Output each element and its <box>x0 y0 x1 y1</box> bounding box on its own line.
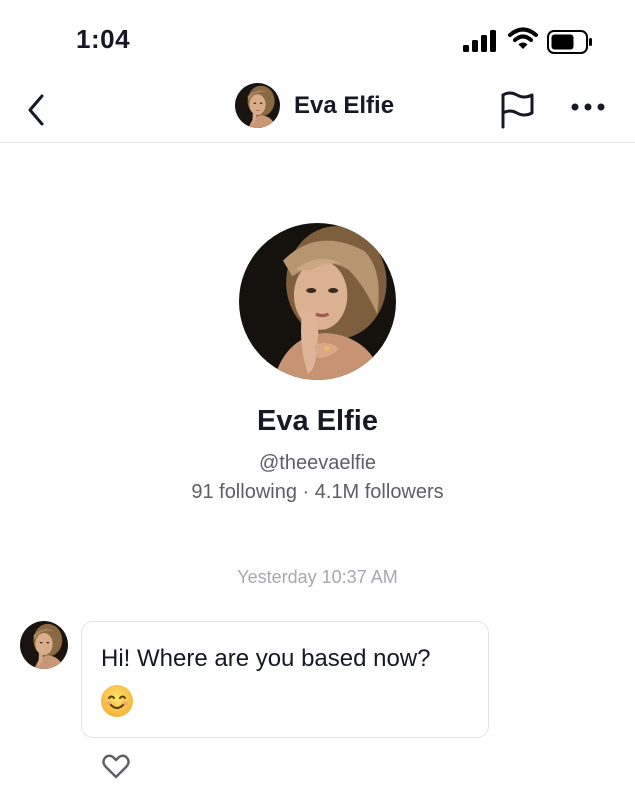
message-timestamp: Yesterday 10:37 AM <box>237 567 398 587</box>
profile-avatar[interactable] <box>239 223 396 380</box>
signal-icon <box>463 30 497 57</box>
status-bar: 1:04 <box>0 0 635 82</box>
header-avatar[interactable] <box>235 83 280 128</box>
message-bubble[interactable]: Hi! Where are you based now? <box>81 621 489 738</box>
more-dots-icon[interactable] <box>570 100 606 114</box>
profile-handle: @theevaelfie <box>258 452 377 474</box>
smile-emoji-icon <box>100 684 134 718</box>
battery-icon <box>547 30 593 59</box>
profile-stats: 91 following · 4.1M followers <box>191 481 444 503</box>
report-flag-icon[interactable] <box>499 89 537 129</box>
header-username[interactable]: Eva Elfie <box>294 92 394 120</box>
message-avatar[interactable] <box>20 621 68 669</box>
status-time: 1:04 <box>76 24 131 54</box>
heart-icon[interactable] <box>101 752 131 780</box>
chat-header: Eva Elfie <box>0 82 635 143</box>
message-text: Hi! Where are you based now? <box>101 645 431 672</box>
back-chevron-icon[interactable] <box>22 88 54 128</box>
wifi-icon <box>508 27 538 56</box>
profile-name: Eva Elfie <box>257 405 378 437</box>
